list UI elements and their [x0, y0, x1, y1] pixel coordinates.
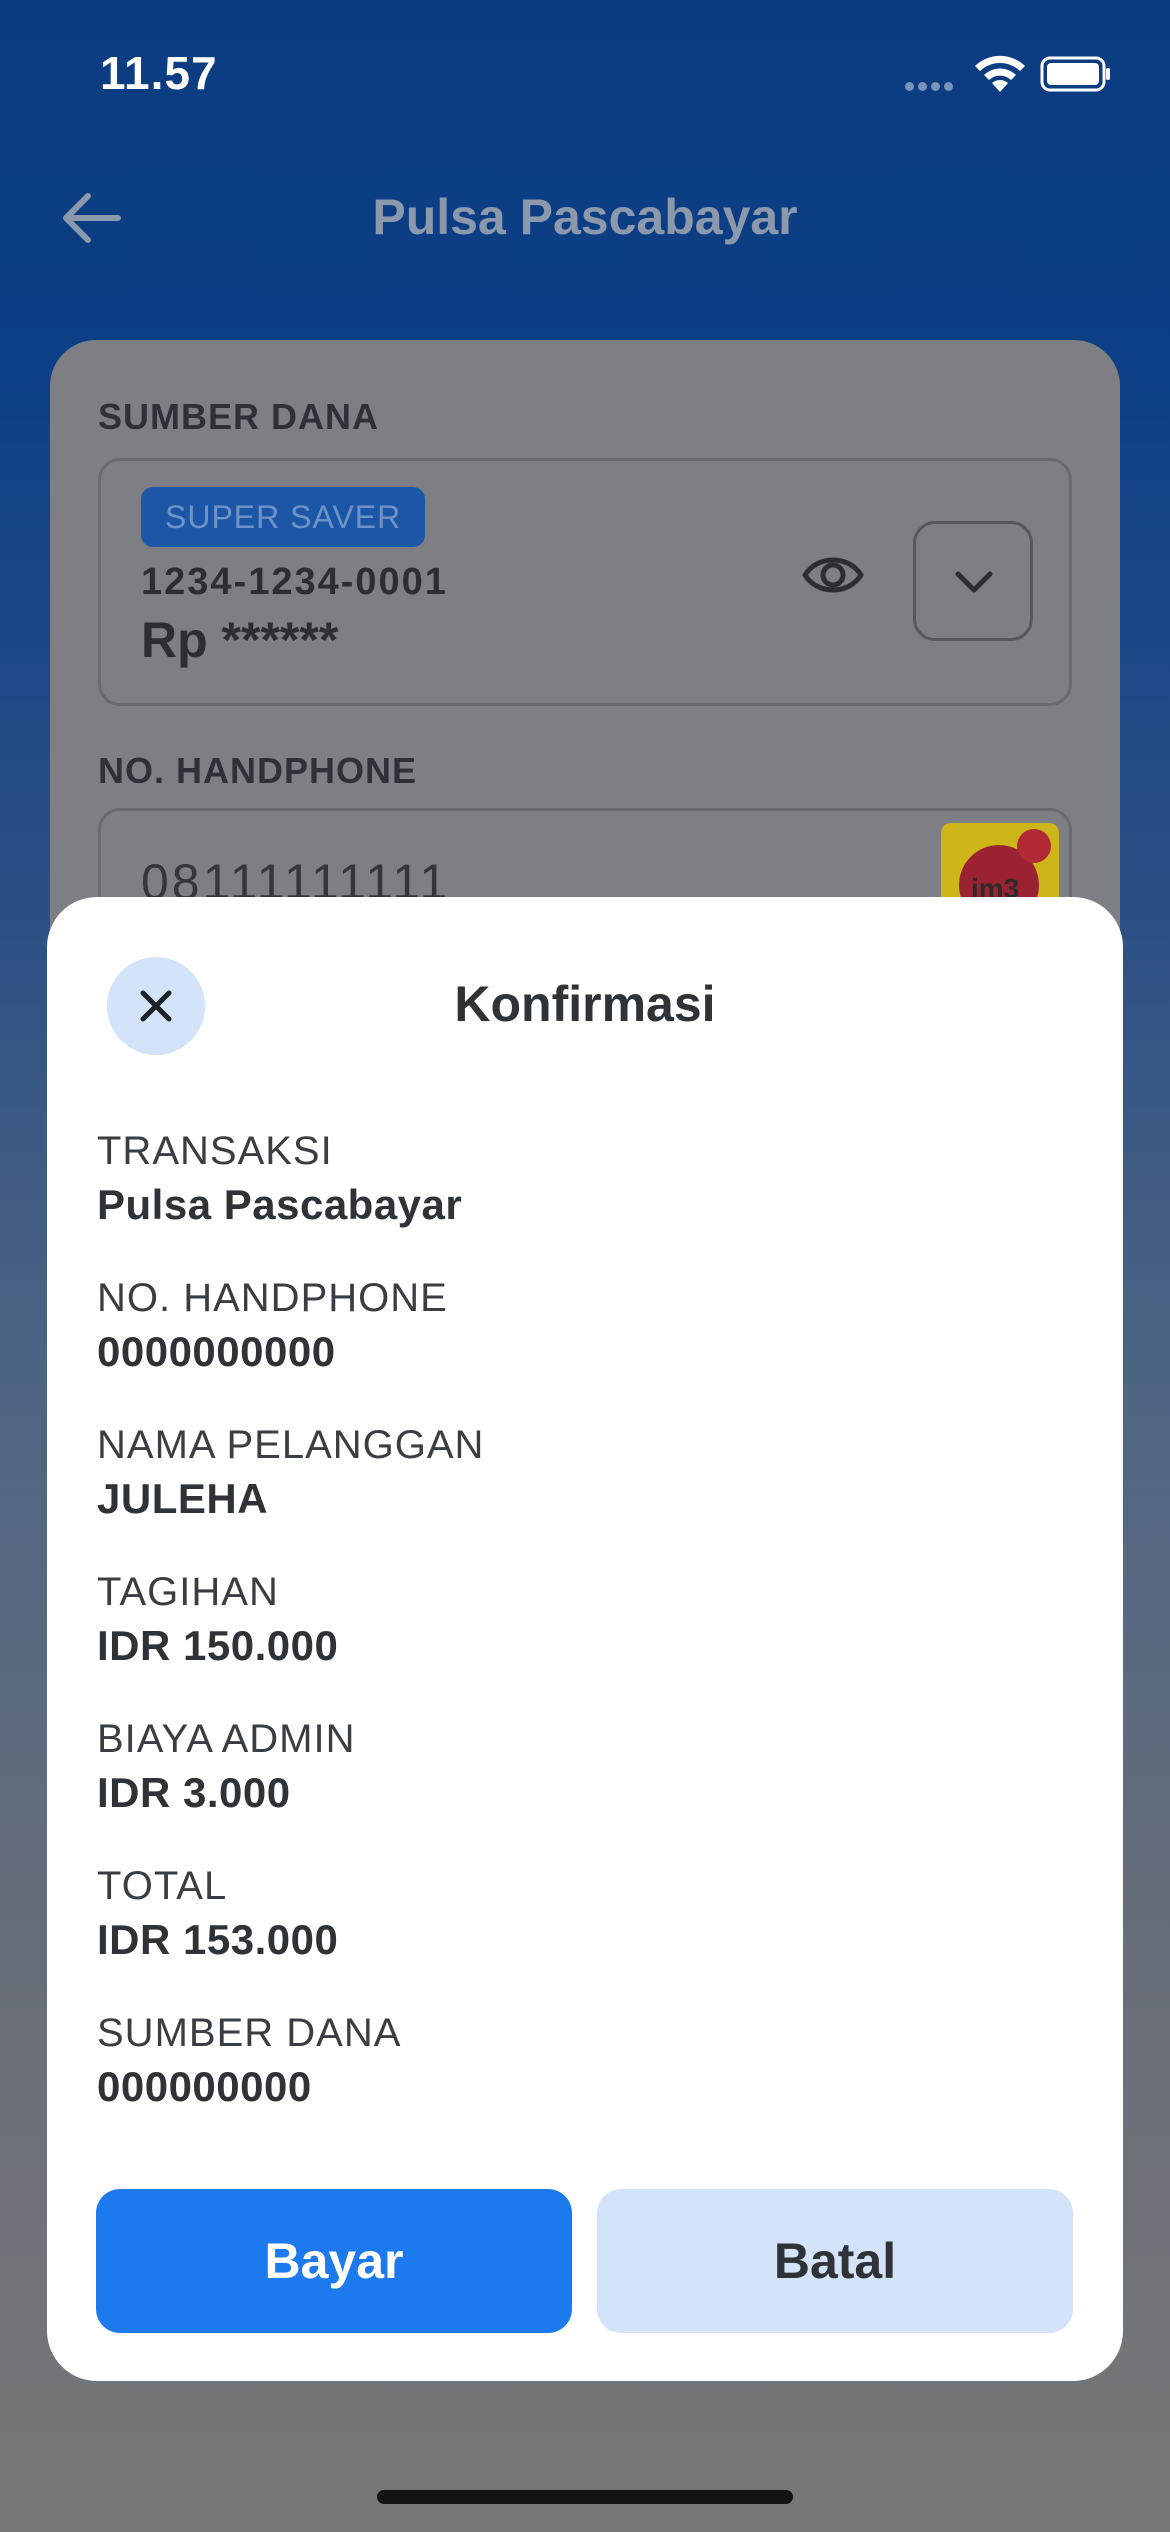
- detail-value: IDR 3.000: [97, 1769, 291, 1816]
- detail-label: TRANSAKSI: [97, 1129, 333, 1173]
- detail-value: JULEHA: [97, 1475, 269, 1522]
- detail-label: NAMA PELANGGAN: [97, 1423, 485, 1467]
- detail-admin-fee: BIAYA ADMIN IDR 3.000: [97, 1715, 355, 1823]
- modal-title: Konfirmasi: [454, 976, 716, 1032]
- detail-label: TAGIHAN: [97, 1570, 279, 1614]
- detail-label: SUMBER DANA: [97, 2011, 402, 2055]
- source-of-funds-selector[interactable]: SUPER SAVER 1234-1234-0001 Rp ******: [98, 458, 1072, 706]
- detail-value: 0000000000: [97, 1328, 336, 1375]
- detail-label: BIAYA ADMIN: [97, 1717, 356, 1761]
- eye-icon[interactable]: [801, 549, 865, 601]
- detail-label: TOTAL: [97, 1864, 228, 1908]
- detail-value: Pulsa Pascabayar: [97, 1181, 463, 1228]
- detail-bill: TAGIHAN IDR 150.000: [97, 1568, 338, 1676]
- account-type-badge: SUPER SAVER: [141, 487, 426, 547]
- account-dropdown-button[interactable]: [913, 521, 1033, 641]
- detail-source-of-funds: SUMBER DANA 000000000: [97, 2009, 401, 2117]
- detail-total: TOTAL IDR 153.000: [97, 1862, 338, 1970]
- pay-button[interactable]: Bayar: [96, 2189, 572, 2333]
- detail-value: IDR 150.000: [97, 1622, 339, 1669]
- detail-phone-number: NO. HANDPHONE 0000000000: [97, 1274, 448, 1382]
- battery-icon: [1040, 56, 1110, 92]
- wifi-icon: [975, 55, 1025, 92]
- cancel-button[interactable]: Batal: [597, 2189, 1073, 2333]
- phone-number-label: NO. HANDPHONE: [98, 750, 418, 791]
- app-header: Pulsa Pascabayar: [0, 160, 1170, 270]
- chevron-down-icon: [955, 571, 993, 593]
- page-title: Pulsa Pascabayar: [372, 189, 798, 245]
- detail-value: 000000000: [97, 2063, 312, 2110]
- confirmation-modal: Konfirmasi TRANSAKSI Pulsa Pascabayar NO…: [47, 897, 1123, 2381]
- account-number: 1234-1234-0001: [141, 561, 448, 603]
- source-of-funds-label: SUMBER DANA: [98, 396, 379, 437]
- account-balance: Rp ******: [141, 612, 339, 668]
- detail-customer-name: NAMA PELANGGAN JULEHA: [97, 1421, 484, 1529]
- status-time: 11.57: [100, 47, 218, 99]
- detail-value: IDR 153.000: [97, 1916, 339, 1963]
- detail-label: NO. HANDPHONE: [97, 1276, 448, 1320]
- cellular-signal-icon: [905, 78, 961, 91]
- detail-transaction: TRANSAKSI Pulsa Pascabayar: [97, 1127, 462, 1235]
- status-bar: 11.57: [0, 0, 1170, 140]
- home-indicator[interactable]: [377, 2490, 793, 2504]
